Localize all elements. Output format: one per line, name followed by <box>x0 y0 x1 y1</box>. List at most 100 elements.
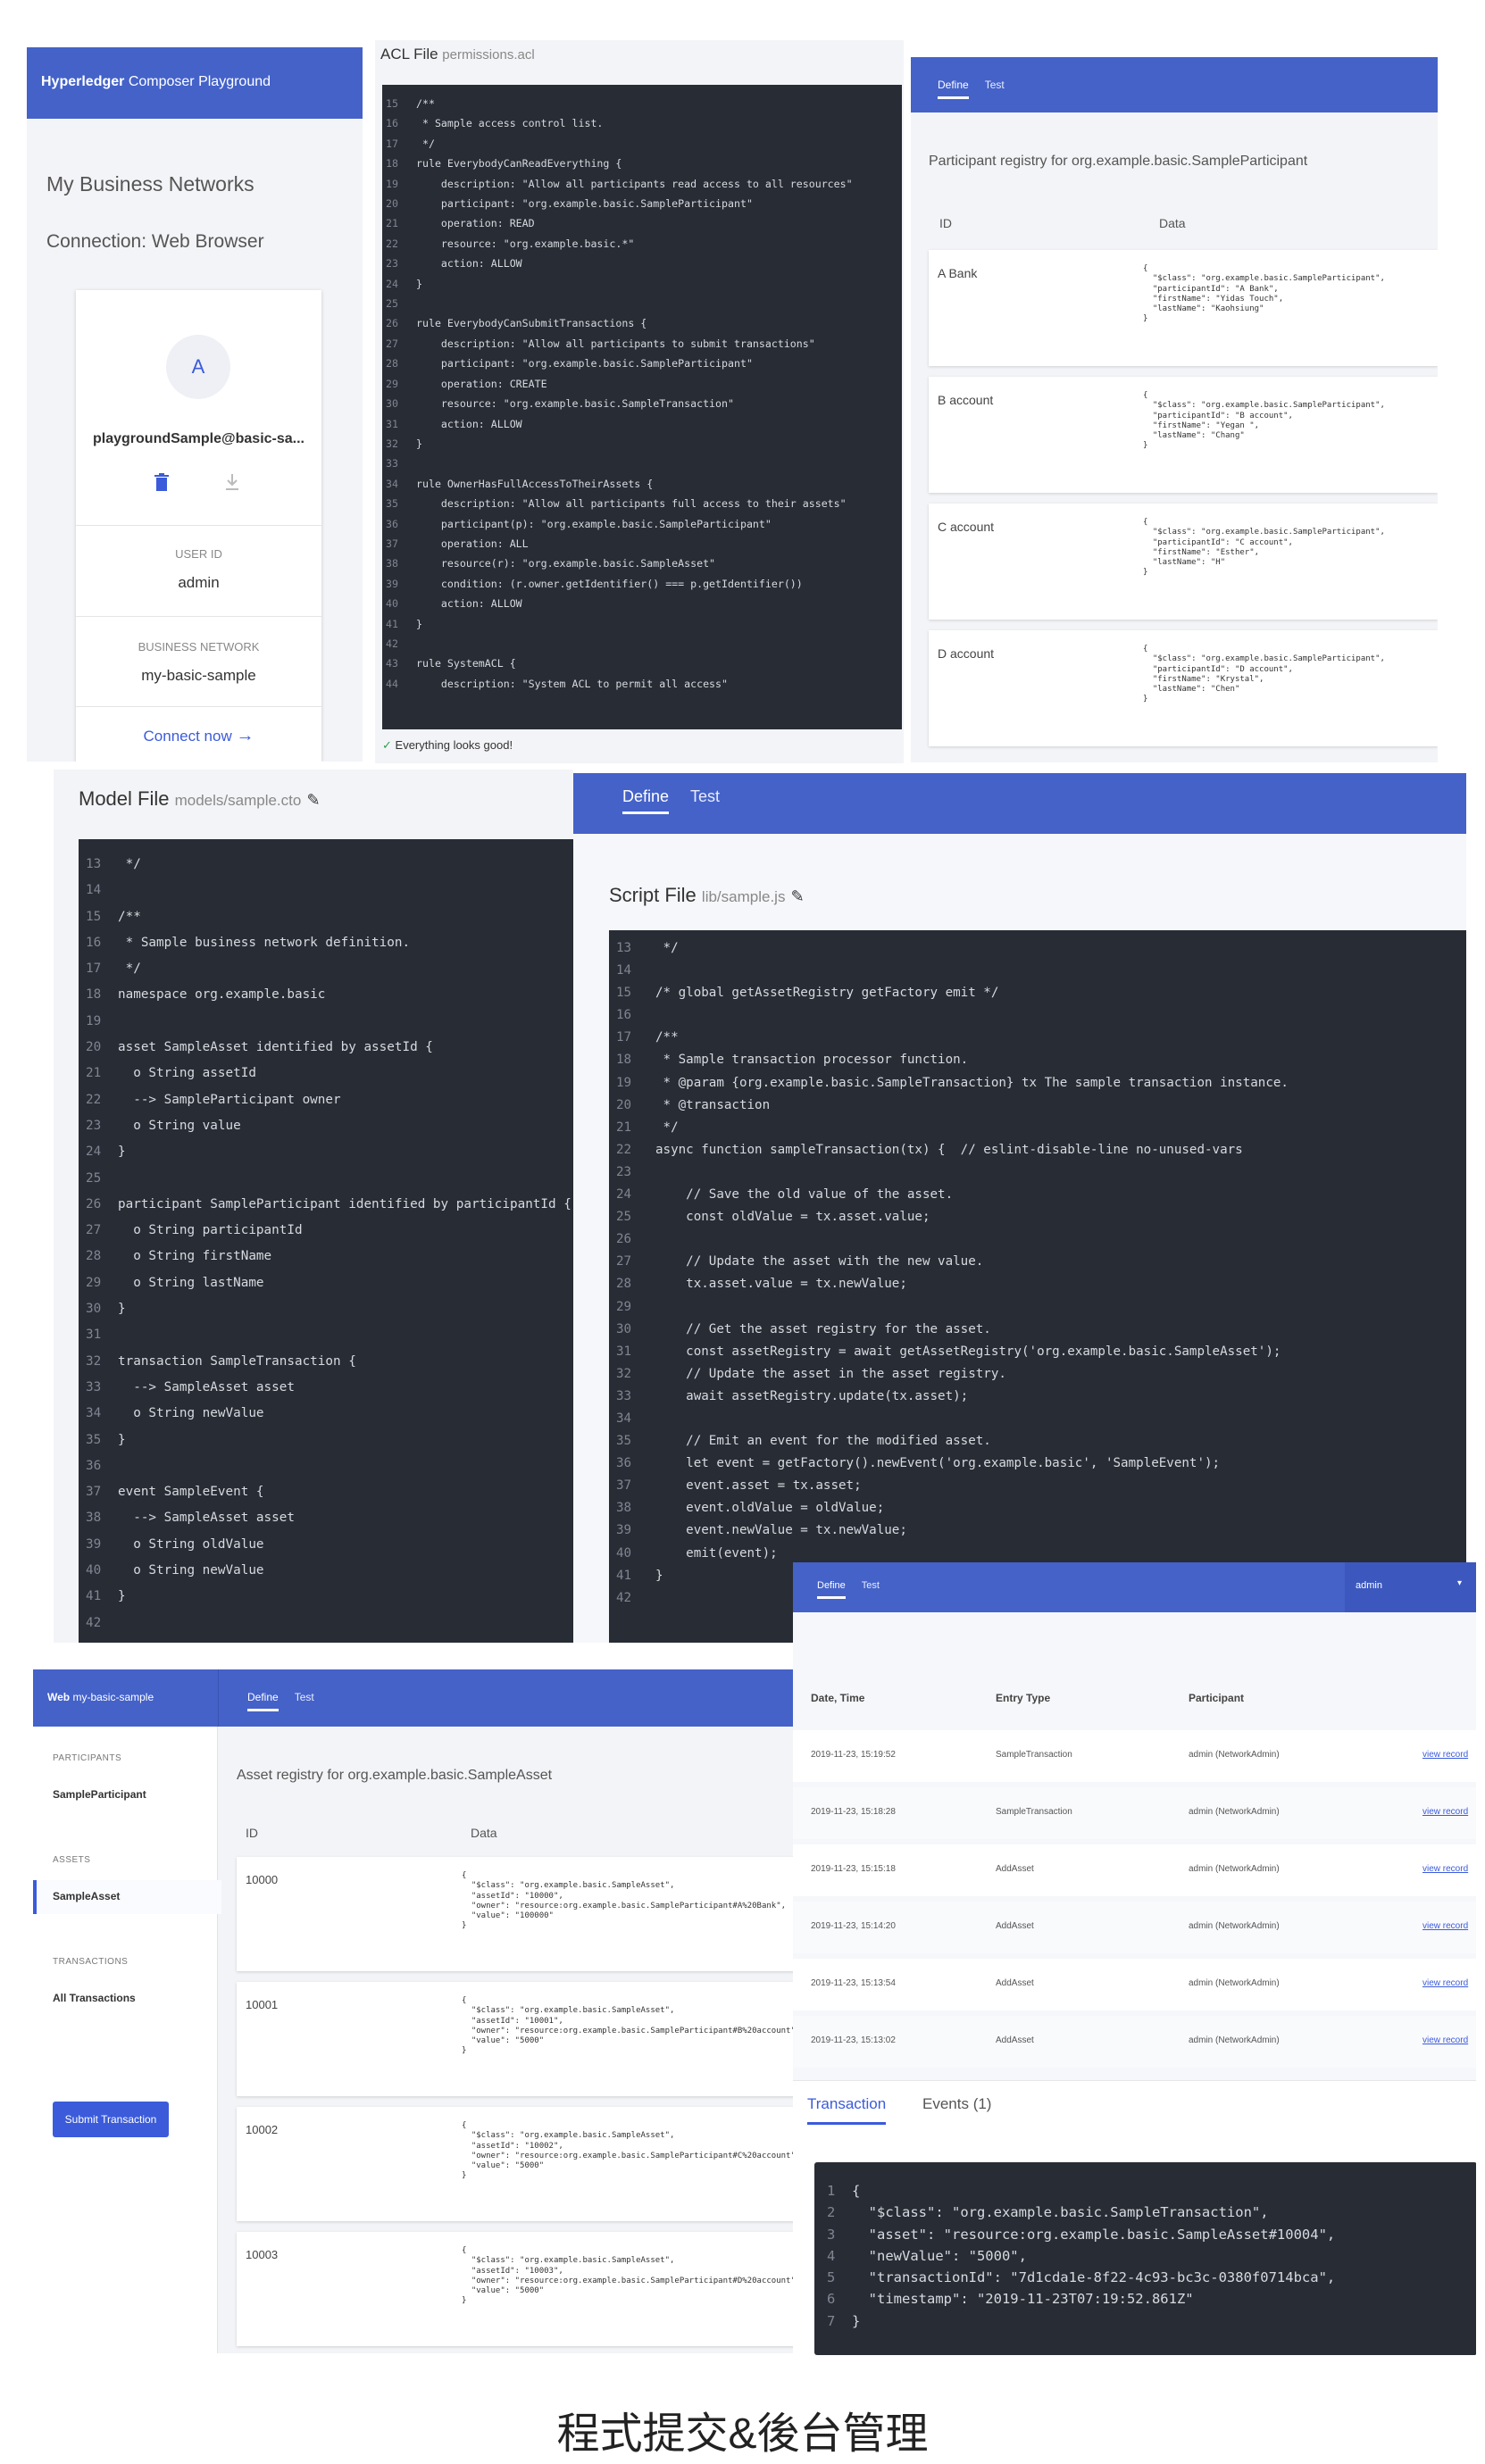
tab-define[interactable]: Define <box>622 787 670 814</box>
line-number: 39 <box>86 1536 102 1552</box>
model-header: Model File models/sample.cto ✎ <box>79 787 321 811</box>
code-line: 29 o String lastName <box>86 1270 566 1296</box>
arrow-right-icon: → <box>236 726 254 745</box>
tab-define[interactable]: Define <box>817 1580 846 1599</box>
sidebar-item-sampleparticipant[interactable]: SampleParticipant <box>33 1778 218 1812</box>
row-date: 2019-11-23, 15:18:28 <box>811 1807 896 1817</box>
line-number: 29 <box>616 1299 632 1314</box>
submit-transaction-button[interactable]: Submit Transaction <box>53 2102 169 2137</box>
line-text: */ <box>416 137 435 150</box>
line-number: 17 <box>86 961 102 977</box>
code-line: 15 /** <box>386 94 898 113</box>
code-line: 34 <box>616 1408 1459 1430</box>
line-number: 24 <box>386 277 398 290</box>
code-line: 26 participant SampleParticipant identifi… <box>86 1192 571 1218</box>
historian-row[interactable]: 2019-11-23, 15:19:52 SampleTransaction adm… <box>793 1730 1476 1782</box>
code-line: 20 participant: "org.example.basic.Sampl… <box>386 194 898 213</box>
tab-test[interactable]: Test <box>690 787 720 812</box>
code-line: 44 description: "System ACL to permit al… <box>386 674 898 694</box>
code-line: 18 rule EverybodyCanReadEverything { <box>386 154 898 173</box>
line-number: 28 <box>386 357 398 370</box>
historian-row[interactable]: 2019-11-23, 15:15:18 AddAsset admin (Netwo… <box>793 1844 1476 1896</box>
registry-row[interactable]: 10002 { "$class": "org.example.basic.Samp… <box>237 2107 797 2221</box>
registry-row[interactable]: 10001 { "$class": "org.example.basic.Samp… <box>237 1982 797 2096</box>
view-record-link[interactable]: view record <box>1422 1864 1468 1874</box>
registry-row[interactable]: A Bank { "$class": "org.example.basic.Sam… <box>929 250 1438 366</box>
model-editor[interactable]: 13 */ 14 15 /** 16 * Sample business network… <box>79 839 573 1643</box>
line-number: 40 <box>386 597 398 611</box>
sidebar-section-label: TRANSACTIONS <box>53 1957 129 1967</box>
line-text: condition: (r.owner.getIdentifier() === … <box>416 577 803 590</box>
line-number: 28 <box>616 1277 632 1292</box>
view-record-link[interactable]: view record <box>1422 1807 1468 1817</box>
tab-events[interactable]: Events (1) <box>922 2095 991 2113</box>
edit-pencil-icon[interactable]: ✎ <box>791 887 805 905</box>
code-line: 23 <box>616 1161 1459 1184</box>
line-text: * @param {org.example.basic.SampleTransa… <box>655 1075 1289 1090</box>
line-text: } <box>118 1432 126 1447</box>
view-record-link[interactable]: view record <box>1422 1978 1468 1988</box>
tab-test[interactable]: Test <box>295 1691 314 1709</box>
connect-now-link[interactable]: Connect now → <box>76 726 321 746</box>
tabs: Define Test <box>247 1691 330 1711</box>
tab-define[interactable]: Define <box>247 1691 279 1711</box>
code-line: 16 * Sample business network definition. <box>86 930 566 956</box>
registry-row[interactable]: 10000 { "$class": "org.example.basic.Samp… <box>237 1857 797 1971</box>
column-id: ID <box>939 216 952 230</box>
historian-row[interactable]: 2019-11-23, 15:14:20 AddAsset admin (Netwo… <box>793 1902 1476 1953</box>
code-line: 1{ <box>827 2180 1464 2202</box>
code-line: 35 description: "Allow all participants … <box>386 494 898 513</box>
transaction-json[interactable]: 1{2 "$class": "org.example.basic.SampleT… <box>814 2162 1476 2355</box>
user-dropdown[interactable]: admin ▾ <box>1345 1562 1476 1612</box>
code-line: 20 * @transaction <box>616 1095 1459 1117</box>
historian-row[interactable]: 2019-11-23, 15:13:02 AddAsset admin (Netwo… <box>793 2016 1476 2068</box>
registry-row[interactable]: 10003 { "$class": "org.example.basic.Samp… <box>237 2232 797 2346</box>
line-text: o String value <box>118 1118 241 1133</box>
participant-registry-panel: Define Test Participant registry for org.… <box>911 57 1438 762</box>
script-editor[interactable]: 13 */ 14 15 /* global getAssetRegistry getF… <box>609 930 1466 1643</box>
network-card[interactable]: A playgroundSample@basic-sa... USER ID a… <box>76 290 321 762</box>
code-line: 32 // Update the asset in the asset regi… <box>616 1363 1459 1386</box>
line-number: 37 <box>616 1478 632 1494</box>
tab-transaction[interactable]: Transaction <box>807 2095 887 2125</box>
historian-row[interactable]: 2019-11-23, 15:18:28 SampleTransaction adm… <box>793 1787 1476 1839</box>
tab-define[interactable]: Define <box>938 79 969 99</box>
code-line: 21 operation: READ <box>386 213 898 233</box>
edit-pencil-icon[interactable]: ✎ <box>306 791 320 809</box>
historian-row[interactable]: 2019-11-23, 15:13:54 AddAsset admin (Netwo… <box>793 1959 1476 2010</box>
registry-row[interactable]: D account { "$class": "org.example.basic.… <box>929 630 1438 746</box>
line-text: o String lastName <box>118 1275 264 1290</box>
line-number: 33 <box>386 457 398 470</box>
line-number: 22 <box>86 1092 102 1107</box>
view-record-link[interactable]: view record <box>1422 2035 1468 2045</box>
trash-icon[interactable] <box>154 473 169 495</box>
download-icon[interactable] <box>224 473 240 495</box>
caption: 程式提交&後台管理 <box>556 2410 929 2458</box>
row-entry-type: AddAsset <box>996 1978 1034 1988</box>
line-text: description: "Allow all participants ful… <box>416 497 847 511</box>
line-number: 19 <box>616 1075 632 1090</box>
registry-row[interactable]: C account { "$class": "org.example.basic.… <box>929 504 1438 620</box>
line-number: 36 <box>386 517 398 530</box>
view-record-link[interactable]: view record <box>1422 1921 1468 1931</box>
tabs: Define Test <box>938 79 1021 99</box>
sidebar-item-all-transactions[interactable]: All Transactions <box>33 1982 218 2016</box>
view-record-link[interactable]: view record <box>1422 1750 1468 1760</box>
acl-editor[interactable]: 15/** 16 * Sample access control list. 17 … <box>382 85 902 756</box>
code-line: 4 "newValue": "5000", <box>827 2245 1464 2267</box>
code-line: 21 */ <box>616 1117 1459 1139</box>
sidebar-item-sampleasset[interactable]: SampleAsset <box>33 1880 221 1914</box>
script-filename: lib/sample.js <box>701 888 786 905</box>
row-entry-type: SampleTransaction <box>996 1750 1072 1760</box>
code-line: 14 <box>616 960 1459 982</box>
line-text: * Sample business network definition. <box>118 935 411 950</box>
tab-test[interactable]: Test <box>985 79 1005 96</box>
row-id: C account <box>938 520 995 534</box>
tab-test[interactable]: Test <box>862 1580 880 1596</box>
code-line: 2 "$class": "org.example.basic.SampleTra… <box>827 2202 1464 2223</box>
line-number: 31 <box>86 1328 102 1343</box>
registry-row[interactable]: B account { "$class": "org.example.basic.… <box>929 377 1438 493</box>
code-line: 17 */ <box>386 134 898 154</box>
line-text: } <box>416 617 422 630</box>
row-data: { "$class": "org.example.basic.SamplePar… <box>1143 645 1385 704</box>
